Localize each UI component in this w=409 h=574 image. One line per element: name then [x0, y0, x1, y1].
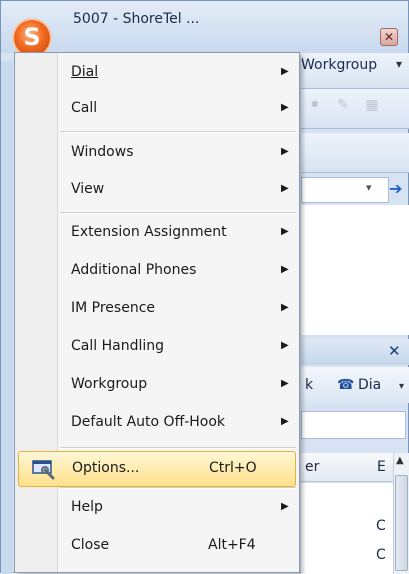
submenu-arrow-icon: ▶: [281, 183, 289, 194]
title-bar: [1, 1, 408, 53]
pane-toolbar: [301, 367, 409, 403]
submenu-arrow-icon: ▶: [281, 102, 289, 113]
menu-item-view[interactable]: View ▶: [18, 172, 296, 208]
submenu-arrow-icon: ▶: [281, 146, 289, 157]
menu-item-im-presence[interactable]: IM Presence ▶: [18, 291, 296, 327]
menu-separator: [60, 487, 296, 489]
menu-item-label: Default Auto Off-Hook: [71, 414, 226, 430]
menu-item-label: Help: [71, 499, 103, 515]
pane-close-icon[interactable]: ✕: [388, 342, 401, 360]
menu-item-default-auto-off-hook[interactable]: Default Auto Off-Hook ▶: [18, 405, 296, 441]
submenu-arrow-icon: ▶: [281, 264, 289, 275]
menu-item-dial[interactable]: Dial ▶: [18, 55, 296, 91]
menu-item-windows[interactable]: Windows ▶: [18, 135, 296, 171]
options-icon: [32, 460, 55, 480]
app-menu: Dial ▶ Call ▶ Windows ▶ View ▶ Extension…: [14, 52, 300, 573]
menu-item-label: Windows: [71, 144, 134, 160]
toolbar-overflow-icon[interactable]: ▾: [399, 381, 404, 392]
menu-item-options[interactable]: Options... Ctrl+O: [18, 451, 296, 487]
column-header-partial[interactable]: er: [305, 459, 319, 475]
menu-item-label: Extension Assignment: [71, 224, 227, 240]
dial-input[interactable]: [301, 177, 389, 203]
menu-item-extension-assignment[interactable]: Extension Assignment ▶: [18, 215, 296, 251]
menu-item-label: Additional Phones: [71, 262, 197, 278]
menu-separator: [60, 447, 296, 449]
workgroup-dropdown-icon[interactable]: ▾: [396, 57, 402, 71]
menu-item-label: Call: [71, 100, 98, 116]
toolbar-icons: ⚫ ✎ ▦: [309, 97, 385, 113]
window-left-frame: [1, 61, 13, 574]
menu-item-call[interactable]: Call ▶: [18, 91, 296, 127]
submenu-arrow-icon: ▶: [281, 226, 289, 237]
menu-item-close[interactable]: Close Alt+F4: [18, 528, 296, 564]
menu-item-label: Call Handling: [71, 338, 164, 354]
workgroup-menu[interactable]: Workgroup: [301, 57, 377, 73]
calls-area: [301, 205, 409, 335]
list-cell: C: [376, 547, 386, 563]
window-close-button[interactable]: ✕: [380, 28, 398, 46]
toolbar-strip: [301, 133, 409, 173]
menu-item-help[interactable]: Help ▶: [18, 490, 296, 526]
menu-item-shortcut: Alt+F4: [208, 537, 256, 553]
menu-item-label: Workgroup: [71, 376, 148, 392]
menu-item-label: IM Presence: [71, 300, 156, 316]
menu-item-call-handling[interactable]: Call Handling ▶: [18, 329, 296, 365]
phone-icon[interactable]: ☎: [337, 377, 354, 393]
menu-item-workgroup[interactable]: Workgroup ▶: [18, 367, 296, 403]
scrollbar-thumb[interactable]: [395, 475, 408, 571]
menu-item-label: View: [71, 181, 105, 197]
go-arrow-icon[interactable]: ➔: [389, 179, 402, 198]
menu-separator: [60, 131, 296, 133]
submenu-arrow-icon: ▶: [281, 501, 289, 512]
column-header-e[interactable]: E: [377, 459, 386, 475]
menu-item-label: Dial: [71, 64, 99, 80]
directory-search-input[interactable]: [301, 411, 406, 439]
menu-separator: [60, 212, 296, 214]
submenu-arrow-icon: ▶: [281, 66, 289, 77]
menu-item-additional-phones[interactable]: Additional Phones ▶: [18, 253, 296, 289]
window-title: 5007 - ShoreTel ...: [73, 11, 200, 27]
submenu-arrow-icon: ▶: [281, 340, 289, 351]
submenu-arrow-icon: ▶: [281, 302, 289, 313]
scroll-up-icon[interactable]: ▲: [396, 455, 404, 466]
dial-dropdown-icon[interactable]: ▾: [366, 181, 372, 194]
toolbar-partial-label: k: [305, 377, 314, 393]
list-cell: C: [376, 518, 386, 534]
menu-item-shortcut: Ctrl+O: [209, 460, 257, 476]
submenu-arrow-icon: ▶: [281, 416, 289, 427]
dial-button[interactable]: Dia: [358, 377, 381, 393]
menu-item-label: Options...: [72, 460, 140, 476]
menu-item-label: Close: [71, 537, 110, 553]
submenu-arrow-icon: ▶: [281, 378, 289, 389]
